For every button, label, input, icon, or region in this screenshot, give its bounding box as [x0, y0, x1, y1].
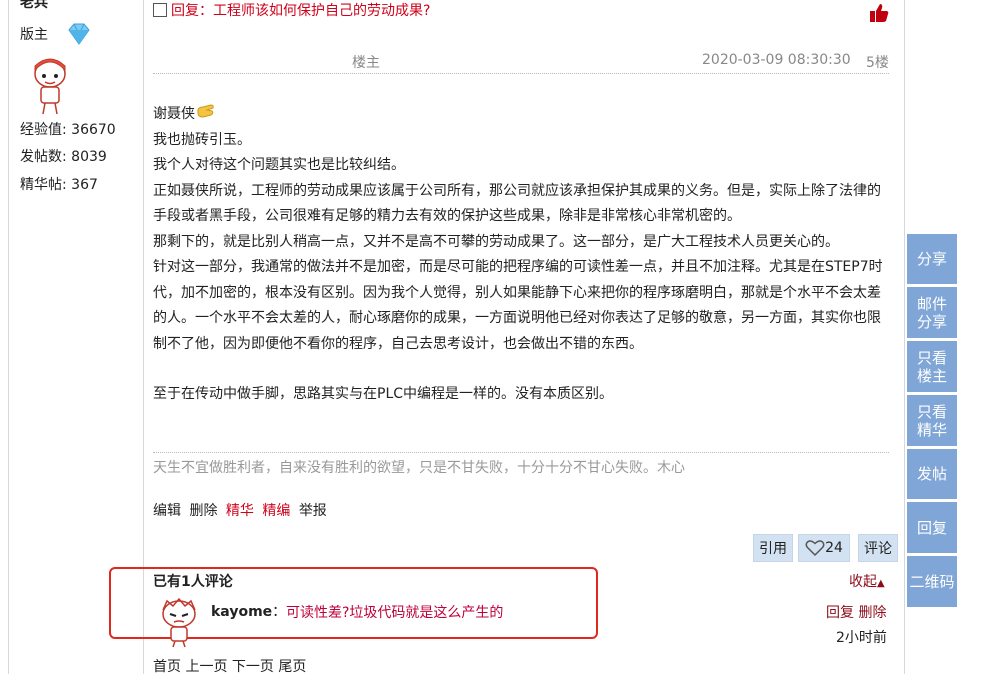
featured-link[interactable]: 精编 — [262, 503, 290, 519]
comments-title: 已有1人评论 — [153, 574, 233, 590]
user-role: 版主 — [20, 27, 48, 43]
sidebar-share-button[interactable]: 分享 — [907, 234, 957, 284]
stat-posts: 发帖数: 8039 — [20, 149, 107, 165]
collapse-button[interactable]: 收起▲ — [849, 571, 885, 591]
like-button[interactable]: 24 — [798, 534, 850, 562]
report-link[interactable]: 举报 — [299, 503, 327, 519]
essence-link[interactable]: 精华 — [226, 503, 254, 519]
signature-divider — [153, 452, 889, 453]
comment-delete-link[interactable]: 删除 — [858, 605, 886, 621]
commenter-name[interactable]: kayome： — [211, 601, 286, 621]
author-tag: 楼主 — [352, 55, 380, 71]
stat-experience: 经验值: 36670 — [20, 122, 116, 138]
like-count: 24 — [825, 540, 843, 556]
quote-button[interactable]: 引用 — [753, 534, 793, 562]
prev-page-link[interactable]: 上一页 — [185, 659, 227, 675]
edit-link[interactable]: 编辑 — [153, 503, 181, 519]
post-date: 2020-03-09 08:30:30 — [702, 52, 851, 68]
username[interactable]: 老兵 — [20, 0, 48, 12]
last-page-link[interactable]: 尾页 — [278, 659, 306, 675]
post-title-text[interactable]: 回复：工程师该如何保护自己的劳动成果? — [171, 0, 430, 20]
heart-icon — [805, 540, 825, 557]
sidebar-only-essence-button[interactable]: 只看精华 — [907, 395, 957, 446]
post-content: 谢聂侠 我也抛砖引玉。 我个人对待这个问题其实也是比较纠结。 正如聂侠所说，工程… — [153, 101, 893, 408]
select-checkbox[interactable] — [153, 3, 167, 17]
content-line: 我个人对待这个问题其实也是比较纠结。 — [153, 157, 405, 173]
post-title[interactable]: 回复：工程师该如何保护自己的劳动成果? — [153, 0, 430, 20]
comment-time: 2小时前 — [836, 630, 887, 646]
triangle-up-icon: ▲ — [877, 578, 885, 589]
post-actions: 编辑 删除 精华 精编 举报 — [153, 500, 331, 520]
comment-actions: 回复 删除 — [826, 602, 886, 622]
stat-essence: 精华帖: 367 — [20, 177, 98, 193]
comment-button[interactable]: 评论 — [858, 534, 898, 562]
signature: 天生不宜做胜利者，自来没有胜利的欲望，只是不甘失败，十分十分不甘心失败。木心 — [153, 460, 685, 476]
hand-wave-icon — [197, 104, 214, 118]
floor-number: 5楼 — [866, 55, 889, 71]
avatar[interactable] — [26, 54, 74, 118]
next-page-link[interactable]: 下一页 — [232, 659, 274, 675]
sidebar-reply-button[interactable]: 回复 — [907, 502, 957, 553]
pagination: 首页 上一页 下一页 尾页 — [153, 656, 306, 676]
commenter-avatar[interactable] — [155, 596, 203, 648]
right-border — [904, 0, 905, 674]
divider — [153, 73, 889, 74]
content-line: 那剩下的，就是比别人稍高一点，又并不是高不可攀的劳动成果了。这一部分，是广大工程… — [153, 233, 839, 250]
sidebar-only-op-button[interactable]: 只看楼主 — [907, 341, 957, 392]
sidebar-email-share-button[interactable]: 邮件分享 — [907, 287, 957, 338]
content-line: 正如聂侠所说，工程师的劳动成果应该属于公司所有，那公司就应该承担保护其成果的义务… — [153, 182, 881, 225]
sidebar-post-button[interactable]: 发帖 — [907, 449, 957, 499]
comment-text: 可读性差?垃圾代码就是这么产生的 — [286, 605, 504, 621]
thumbs-up-icon[interactable] — [868, 2, 890, 24]
content-line: 我也抛砖引玉。 — [153, 131, 251, 148]
first-page-link[interactable]: 首页 — [153, 659, 181, 675]
content-line: 至于在传动中做手脚，思路其实与在PLC中编程是一样的。没有本质区别。 — [153, 386, 614, 402]
content-line: 针对这一部分，我通常的做法并不是加密，而是尽可能的把程序编的可读性差一点，并且不… — [153, 259, 883, 352]
diamond-icon — [68, 23, 90, 45]
comment-reply-link[interactable]: 回复 — [826, 605, 854, 621]
delete-link[interactable]: 删除 — [189, 503, 217, 519]
content-line: 谢聂侠 — [153, 101, 893, 128]
sidebar-qrcode-button[interactable]: 二维码 — [907, 556, 957, 607]
